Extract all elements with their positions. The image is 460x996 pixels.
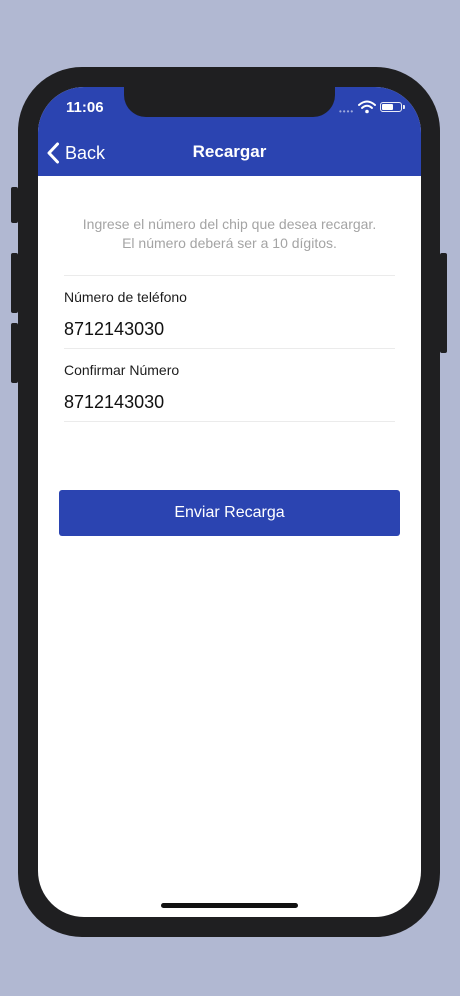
battery-cap (403, 105, 405, 109)
instructions-text: Ingrese el número del chip que desea rec… (58, 215, 401, 253)
home-indicator[interactable] (161, 903, 298, 908)
instructions-line-1: Ingrese el número del chip que desea rec… (82, 216, 377, 232)
page-title: Recargar (192, 142, 267, 161)
phone-number-label: Número de teléfono (64, 289, 187, 305)
volume-up-button (11, 253, 18, 313)
phone-number-input[interactable] (64, 318, 384, 340)
volume-down-button (11, 323, 18, 383)
power-button (440, 253, 447, 353)
battery-level (382, 104, 393, 110)
send-recharge-button[interactable]: Enviar Recarga (59, 490, 400, 536)
divider (64, 275, 395, 276)
confirm-number-input[interactable] (64, 391, 384, 413)
battery-icon (380, 102, 402, 112)
divider (64, 348, 395, 349)
nav-bar: 11:06 •••• Back Recargar (38, 87, 421, 176)
signal-dots-icon: •••• (339, 107, 355, 116)
status-time: 11:06 (66, 99, 104, 116)
wifi-icon (358, 100, 376, 114)
instructions-line-2: El número deberá ser a 10 dígitos. (122, 235, 337, 251)
divider (64, 421, 395, 422)
app-screen: 11:06 •••• Back Recargar Ingrese el núme… (38, 87, 421, 917)
device-notch (124, 87, 335, 117)
phone-frame: 11:06 •••• Back Recargar Ingrese el núme… (11, 67, 447, 937)
confirm-number-label: Confirmar Número (64, 362, 180, 378)
silent-switch (11, 187, 18, 223)
